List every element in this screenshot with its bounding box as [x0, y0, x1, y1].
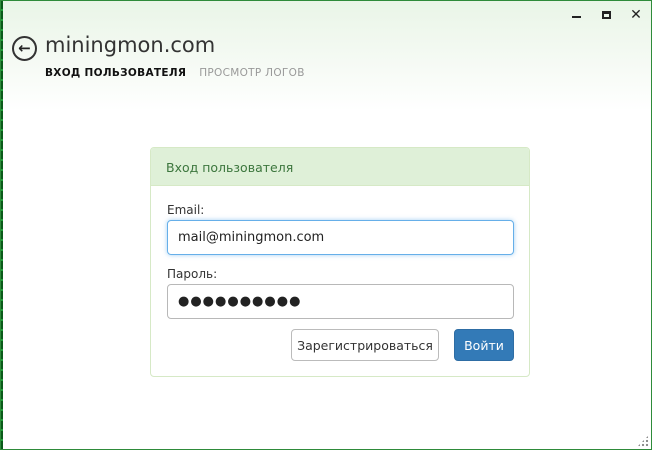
password-label: Пароль:	[167, 267, 218, 281]
close-glyph: ✕	[630, 7, 642, 23]
tab-view-logs[interactable]: ПРОСМОТР ЛОГОВ	[199, 67, 304, 79]
login-button[interactable]: Войти	[454, 329, 514, 361]
login-panel: Вход пользователя Email: Пароль: Зарегис…	[150, 147, 530, 377]
email-label: Email:	[167, 203, 205, 217]
register-button[interactable]: Зарегистрироваться	[291, 329, 439, 361]
close-icon[interactable]: ✕	[621, 1, 651, 29]
email-field[interactable]	[167, 220, 514, 255]
app-title: miningmon.com	[45, 33, 216, 57]
password-field[interactable]	[167, 284, 514, 319]
login-panel-heading: Вход пользователя	[151, 148, 529, 186]
resize-grip-icon[interactable]	[637, 435, 649, 447]
tab-user-login[interactable]: ВХОД ПОЛЬЗОВАТЕЛЯ	[45, 67, 186, 79]
app-window: ✕ ← miningmon.com ВХОД ПОЛЬЗОВАТЕЛЯ ПРОС…	[0, 0, 652, 450]
minimize-icon[interactable]	[561, 1, 591, 29]
nav-tabs: ВХОД ПОЛЬЗОВАТЕЛЯ ПРОСМОТР ЛОГОВ	[45, 67, 305, 79]
arrow-left-icon: ←	[18, 39, 31, 57]
maximize-icon[interactable]	[591, 1, 621, 29]
window-controls: ✕	[561, 1, 651, 29]
window-left-edge	[1, 1, 3, 449]
back-button[interactable]: ←	[12, 36, 37, 61]
